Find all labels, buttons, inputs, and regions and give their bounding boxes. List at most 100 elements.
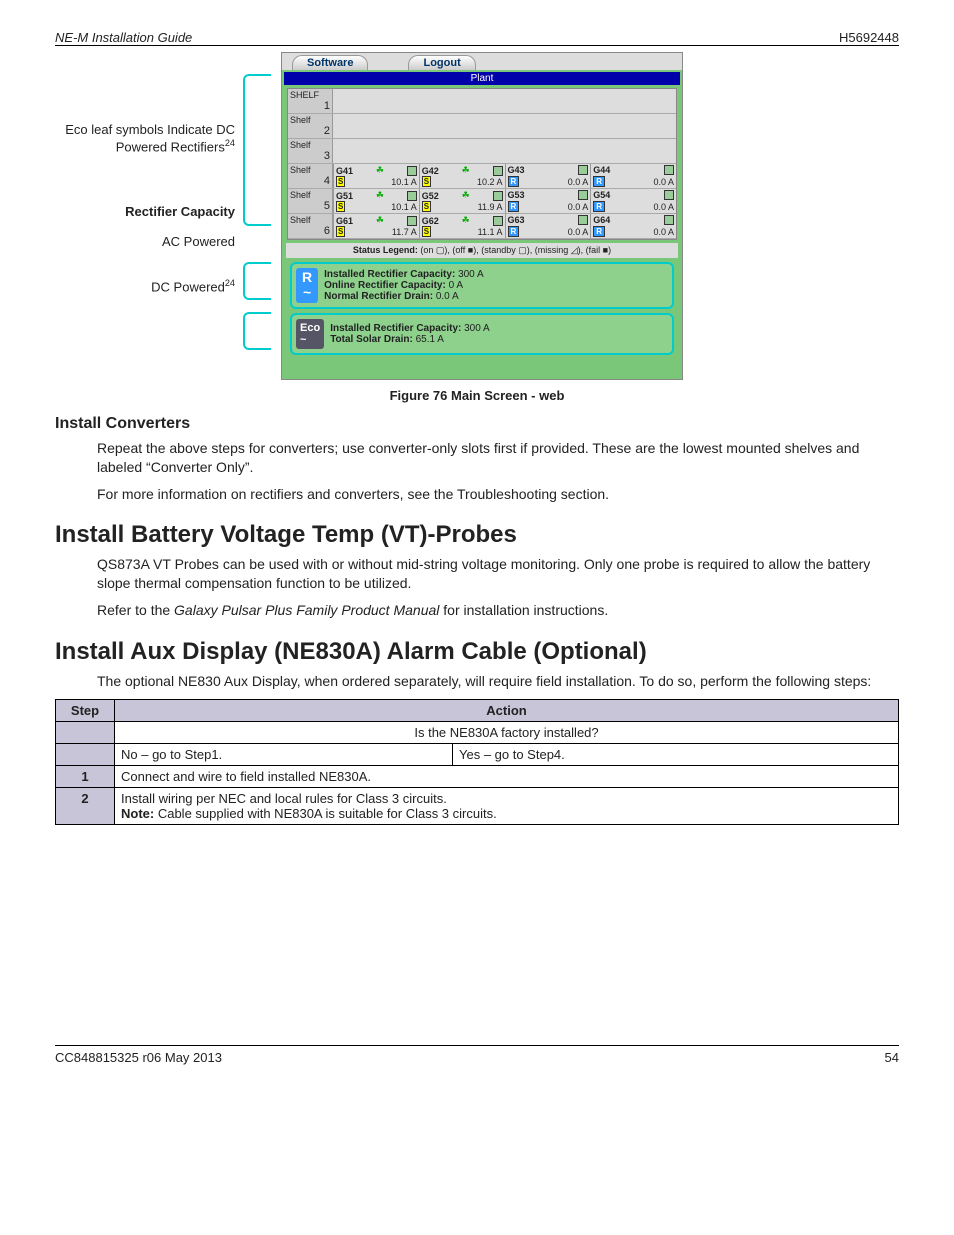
leaf-icon: ☘ (462, 190, 470, 201)
figure-caption: Figure 76 Main Screen - web (55, 388, 899, 403)
r-badge: R (593, 201, 605, 212)
leaf-icon: ☘ (376, 165, 384, 176)
shelf-row: SHELF1 (288, 89, 676, 114)
plant-bar[interactable]: Plant (284, 72, 680, 85)
r-badge: R (508, 176, 520, 187)
callout-eco: Eco leaf symbols Indicate DC Powered Rec… (55, 122, 235, 156)
figure-block: Eco leaf symbols Indicate DC Powered Rec… (55, 52, 899, 380)
s-badge: S (422, 176, 431, 187)
s-badge: S (336, 176, 345, 187)
footer-left: CC848815325 r06 May 2013 (55, 1050, 222, 1065)
shelf-row: Shelf2 (288, 114, 676, 139)
s-badge: S (336, 226, 345, 237)
panel-tabs: Software Logout (282, 53, 682, 70)
brace-icon (243, 262, 271, 300)
r-badge: R (508, 226, 520, 237)
r-badge: R (593, 226, 605, 237)
shelf-label: Shelf5 (288, 189, 333, 213)
body-text: Repeat the above steps for converters; u… (97, 439, 899, 477)
body-text: Refer to the Galaxy Pulsar Plus Family P… (97, 601, 899, 620)
shelf-row: Shelf5 G51☘ S10.1 A G52☘ S11.9 A G53 R0.… (288, 189, 676, 214)
body-text: For more information on rectifiers and c… (97, 485, 899, 504)
heading-aux-display: Install Aux Display (NE830A) Alarm Cable… (55, 638, 899, 666)
rectifier-ac-icon: R~ (296, 268, 318, 303)
status-square-icon (407, 166, 417, 176)
shelf-label: Shelf6 (288, 214, 333, 238)
status-square-icon (664, 215, 674, 225)
s-badge: S (422, 201, 431, 212)
step-cell: - (56, 744, 115, 766)
shelf-row: Shelf6 G61☘ S11.7 A G62☘ S11.1 A G63 R0.… (288, 214, 676, 239)
s-badge: S (336, 201, 345, 212)
body-text: QS873A VT Probes can be used with or wit… (97, 555, 899, 593)
leaf-icon: ☘ (376, 215, 384, 226)
web-panel: Software Logout Plant SHELF1Shelf2Shelf3… (281, 52, 683, 380)
brace-column (243, 52, 273, 380)
leaf-icon: ☘ (462, 165, 470, 176)
rectifier-module[interactable]: G54 R0.0 A (590, 189, 676, 213)
rectifier-module[interactable]: G62☘ S11.1 A (419, 214, 505, 238)
callout-ac: AC Powered (55, 234, 235, 250)
callout-dc: DC Powered24 (55, 278, 235, 296)
step-cell: - (56, 722, 115, 744)
status-square-icon (578, 215, 588, 225)
steps-table: Step Action - Is the NE830A factory inst… (55, 699, 899, 825)
rectifier-module[interactable]: G42☘ S10.2 A (419, 164, 505, 188)
heading-vt-probes: Install Battery Voltage Temp (VT)-Probes (55, 521, 899, 549)
action-cell: No – go to Step1. (115, 744, 453, 766)
rectifier-module[interactable]: G53 R0.0 A (505, 189, 591, 213)
status-square-icon (664, 165, 674, 175)
shelf-label: Shelf4 (288, 164, 333, 188)
rectifier-module[interactable]: G63 R0.0 A (505, 214, 591, 238)
status-legend: Status Legend: (on ▢), (off ■), (standby… (286, 243, 678, 258)
th-step: Step (56, 700, 115, 722)
rectifier-module[interactable]: G51☘ S10.1 A (333, 189, 419, 213)
header-left: NE-M Installation Guide (55, 30, 192, 45)
action-cell: Connect and wire to field installed NE83… (115, 766, 899, 788)
status-square-icon (578, 190, 588, 200)
callout-column: Eco leaf symbols Indicate DC Powered Rec… (55, 52, 235, 380)
rectifier-module[interactable]: G64 R0.0 A (590, 214, 676, 238)
callout-capacity-head: Rectifier Capacity (55, 204, 235, 220)
footer-right: 54 (885, 1050, 899, 1065)
rectifier-module[interactable]: G61☘ S11.7 A (333, 214, 419, 238)
status-square-icon (407, 216, 417, 226)
r-badge: R (508, 201, 520, 212)
tab-logout[interactable]: Logout (408, 55, 475, 70)
tab-software[interactable]: Software (292, 55, 368, 70)
brace-icon (243, 74, 271, 226)
th-action: Action (115, 700, 899, 722)
action-cell: Yes – go to Step4. (453, 744, 899, 766)
page-footer: CC848815325 r06 May 2013 54 (55, 1045, 899, 1065)
rectifier-module[interactable]: G44 R0.0 A (590, 164, 676, 188)
shelf-label: SHELF1 (288, 89, 333, 113)
shelf-row: Shelf3 (288, 139, 676, 164)
step-cell: 1 (56, 766, 115, 788)
status-square-icon (493, 191, 503, 201)
body-text: The optional NE830 Aux Display, when ord… (97, 672, 899, 691)
leaf-icon: ☘ (376, 190, 384, 201)
shelf-label: Shelf2 (288, 114, 333, 138)
action-cell: Is the NE830A factory installed? (115, 722, 899, 744)
leaf-icon: ☘ (462, 215, 470, 226)
brace-icon (243, 312, 271, 350)
rectifier-module[interactable]: G43 R0.0 A (505, 164, 591, 188)
r-badge: R (593, 176, 605, 187)
ac-capacity-box: R~ Installed Rectifier Capacity: 300 A O… (290, 262, 674, 309)
shelf-label: Shelf3 (288, 139, 333, 163)
heading-install-converters: Install Converters (55, 415, 899, 433)
status-square-icon (493, 166, 503, 176)
shelf-grid: SHELF1Shelf2Shelf3Shelf4 G41☘ S10.1 A G4… (287, 88, 677, 240)
shelf-row: Shelf4 G41☘ S10.1 A G42☘ S10.2 A G43 R0.… (288, 164, 676, 189)
status-square-icon (407, 191, 417, 201)
rectifier-eco-icon: Eco~ (296, 319, 324, 349)
status-square-icon (493, 216, 503, 226)
status-square-icon (578, 165, 588, 175)
page-header: NE-M Installation Guide H5692448 (55, 30, 899, 46)
rectifier-module[interactable]: G52☘ S11.9 A (419, 189, 505, 213)
rectifier-module[interactable]: G41☘ S10.1 A (333, 164, 419, 188)
action-cell: Install wiring per NEC and local rules f… (115, 788, 899, 825)
header-right: H5692448 (839, 30, 899, 45)
status-square-icon (664, 190, 674, 200)
step-cell: 2 (56, 788, 115, 825)
